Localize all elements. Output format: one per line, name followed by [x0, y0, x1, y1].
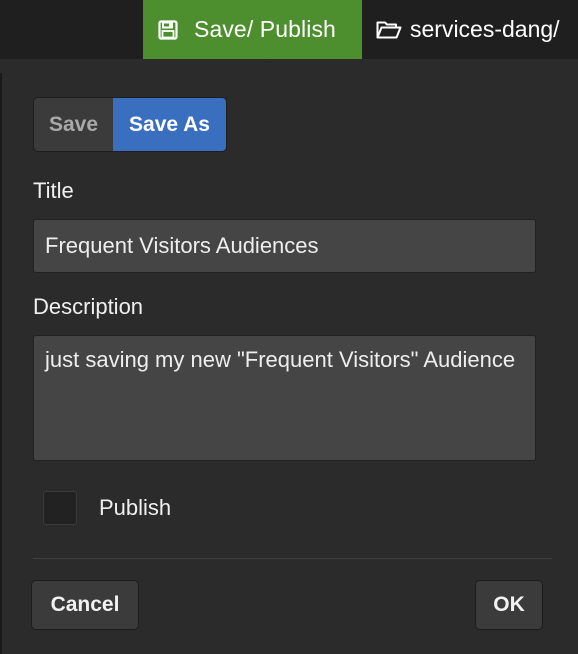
save-publish-label: Save/ Publish: [194, 16, 336, 42]
folder-tab[interactable]: services-dang/: [376, 0, 560, 59]
folder-label: services-dang/: [410, 16, 560, 42]
folder-open-icon: [376, 21, 402, 38]
cancel-button[interactable]: Cancel: [31, 580, 139, 630]
title-input[interactable]: [33, 219, 536, 273]
save-mode-toggle: Save Save As: [33, 97, 227, 152]
description-textarea[interactable]: just saving my new "Frequent Visitors" A…: [33, 335, 536, 461]
save-dialog: Save Save As Title Description just savi…: [0, 73, 578, 654]
description-label: Description: [33, 294, 144, 319]
footer-divider: [33, 558, 552, 559]
floppy-disk-icon: [158, 19, 178, 40]
publish-label: Publish: [99, 495, 172, 520]
save-publish-tab[interactable]: Save/ Publish: [143, 0, 362, 59]
top-toolbar: Save/ Publish services-dang/: [0, 0, 578, 59]
save-as-mode-button[interactable]: Save As: [113, 98, 226, 151]
publish-checkbox[interactable]: [43, 491, 77, 525]
publish-row: Publish: [43, 491, 171, 525]
title-label: Title: [33, 178, 74, 203]
ok-button[interactable]: OK: [475, 580, 543, 630]
save-mode-button[interactable]: Save: [34, 98, 113, 151]
